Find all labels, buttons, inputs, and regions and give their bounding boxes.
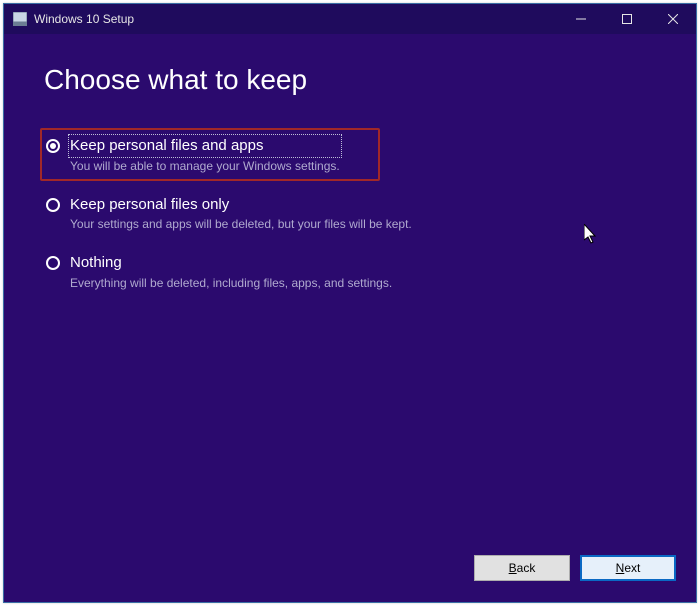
footer: Back Next (4, 548, 696, 602)
setup-window: Windows 10 Setup Choose what to keep Kee… (3, 3, 697, 603)
radio-icon (46, 139, 60, 153)
window-title: Windows 10 Setup (34, 12, 134, 26)
radio-icon (46, 198, 60, 212)
option-label: Keep personal files only (70, 195, 412, 215)
option-label: Nothing (70, 253, 392, 273)
app-icon (12, 11, 28, 27)
option-description: You will be able to manage your Windows … (70, 159, 340, 173)
radio-icon (46, 256, 60, 270)
option-nothing[interactable]: Nothing Everything will be deleted, incl… (44, 249, 656, 294)
option-keep-files-only[interactable]: Keep personal files only Your settings a… (44, 191, 656, 236)
back-button[interactable]: Back (474, 555, 570, 581)
option-description: Your settings and apps will be deleted, … (70, 217, 412, 231)
maximize-button[interactable] (604, 4, 650, 34)
option-description: Everything will be deleted, including fi… (70, 276, 392, 290)
options-group: Keep personal files and apps You will be… (44, 132, 656, 294)
next-button[interactable]: Next (580, 555, 676, 581)
close-button[interactable] (650, 4, 696, 34)
content-area: Choose what to keep Keep personal files … (4, 34, 696, 548)
page-title: Choose what to keep (44, 64, 656, 96)
minimize-button[interactable] (558, 4, 604, 34)
option-keep-files-and-apps[interactable]: Keep personal files and apps You will be… (40, 128, 380, 181)
titlebar[interactable]: Windows 10 Setup (4, 4, 696, 34)
option-label: Keep personal files and apps (70, 136, 340, 156)
